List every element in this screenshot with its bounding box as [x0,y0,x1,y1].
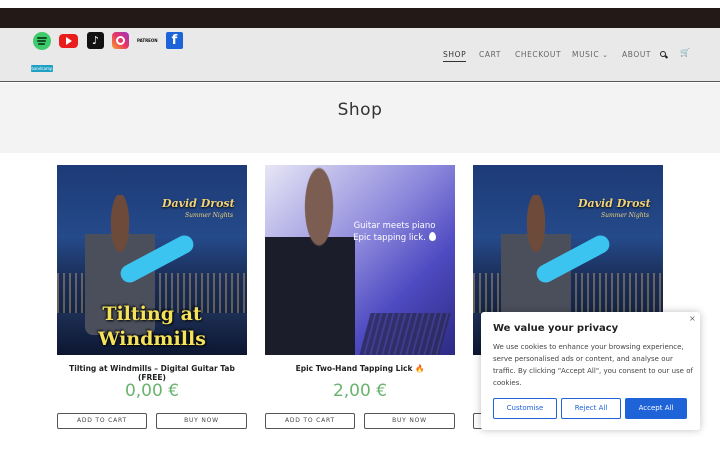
patreon-icon[interactable]: PATREON [137,36,159,46]
close-icon[interactable]: × [689,314,696,323]
customise-button[interactable]: Customise [493,398,557,419]
page-title: Shop [337,100,383,120]
add-to-cart-button[interactable]: ADD TO CART [57,413,147,429]
product-price: 2,00 € [332,381,388,401]
cookie-consent-banner: × We value your privacy We use cookies t… [481,312,700,430]
drop-icon [428,232,436,241]
bandcamp-icon[interactable]: bandcamp [31,65,53,72]
nav-music[interactable]: MUSIC ⌄ [572,50,609,62]
product-price: 0,00 € [124,381,180,401]
cart-icon[interactable]: 🛒 [680,49,690,57]
image-caption-line2: Epic tapping lick. [353,233,426,243]
reject-all-button[interactable]: Reject All [561,398,621,419]
add-to-cart-button[interactable]: ADD TO CART [265,413,355,429]
product-image[interactable]: David Drost Summer Nights Tilting at Win… [57,165,247,355]
search-icon[interactable] [660,51,666,57]
image-artist-name: David Drost [162,197,235,210]
nav-cart[interactable]: CART [479,50,501,62]
image-caption-line1: Guitar meets piano [353,221,436,231]
buy-now-button[interactable]: BUY NOW [156,413,247,429]
instagram-icon[interactable] [112,32,129,49]
site-header [0,28,720,82]
top-bar [0,8,720,28]
image-album-name: Summer Nights [601,212,650,219]
nav-music-label: MUSIC [572,50,600,59]
product-title[interactable]: Tilting at Windmills – Digital Guitar Ta… [57,364,247,382]
keys-shape [359,313,451,355]
image-song-title-line2: Windmills [98,328,206,350]
image-album-name: Summer Nights [185,212,234,219]
nav-shop[interactable]: SHOP [443,50,467,62]
image-artist-name: David Drost [578,197,651,210]
chevron-down-icon: ⌄ [602,51,609,59]
cookie-title: We value your privacy [493,323,619,334]
image-caption-line2-wrap: Epic tapping lick. [337,232,452,244]
nav-about[interactable]: ABOUT [622,50,651,62]
nav-checkout[interactable]: CHECKOUT [515,50,561,62]
tiktok-icon[interactable]: ♪ [87,32,104,49]
product-image[interactable]: Guitar meets piano Epic tapping lick. [265,165,455,355]
image-song-title-line1: Tilting at [102,303,202,325]
image-caption: Guitar meets piano Epic tapping lick. [337,220,452,244]
spotify-icon[interactable] [33,32,51,50]
accept-all-button[interactable]: Accept All [625,398,687,419]
guitarist-figure [265,165,355,355]
product-title[interactable]: Epic Two-Hand Tapping Lick 🔥 [265,364,455,373]
buy-now-button[interactable]: BUY NOW [364,413,455,429]
cookie-body: We use cookies to enhance your browsing … [493,343,693,387]
youtube-icon[interactable] [59,34,78,48]
facebook-icon[interactable]: f [166,32,183,49]
